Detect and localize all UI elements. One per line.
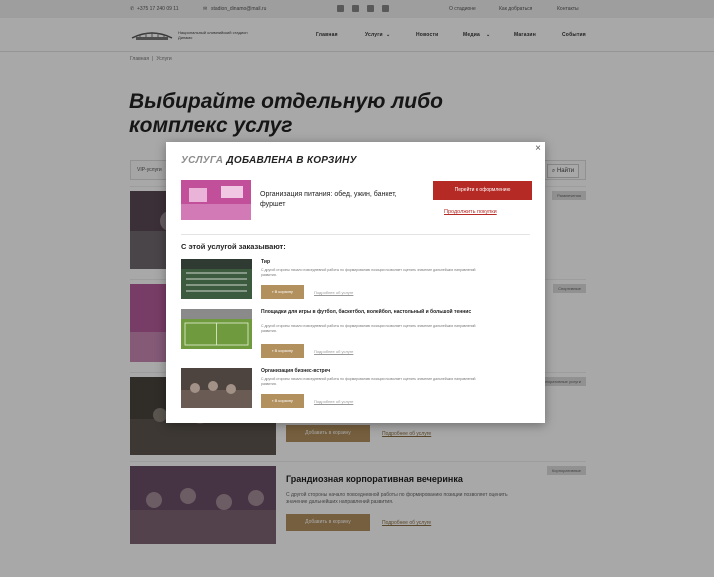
add-to-cart-button[interactable]: ▪ В корзину — [261, 285, 304, 299]
add-to-cart-label: В корзину — [274, 398, 293, 403]
modal-title-light: УСЛУГА — [181, 155, 224, 166]
recommendation-description: С другой стороны начало повседневной раб… — [261, 324, 476, 333]
recommendation-description: С другой стороны начало повседневной раб… — [261, 377, 476, 386]
recommendation-title[interactable]: Площадки для игры в футбол, баскетбол, в… — [261, 309, 491, 315]
cart-icon: ▪ — [272, 348, 274, 353]
recommendation-item: Организация бизнес-встреч С другой сторо… — [181, 368, 530, 410]
recommendations-heading: С этой услугой заказывают: — [181, 242, 286, 251]
modal-title-dark: ДОБАВЛЕНА В КОРЗИНУ — [226, 155, 357, 166]
modal-title: УСЛУГА ДОБАВЛЕНА В КОРЗИНУ — [181, 155, 357, 166]
add-to-cart-label: В корзину — [274, 289, 293, 294]
added-service-image — [181, 180, 251, 220]
continue-shopping-link[interactable]: Продолжить покупки — [444, 209, 497, 215]
recommendation-image[interactable] — [181, 259, 252, 299]
cart-icon: ▪ — [272, 398, 274, 403]
cart-icon: ▪ — [272, 289, 274, 294]
added-to-cart-modal: × УСЛУГА ДОБАВЛЕНА В КОРЗИНУ Организация… — [166, 142, 545, 423]
recommendation-description: С другой стороны начало повседневной раб… — [261, 268, 476, 277]
add-to-cart-button[interactable]: ▪ В корзину — [261, 344, 304, 358]
recommendation-item: Тир С другой стороны начало повседневной… — [181, 259, 530, 301]
checkout-button[interactable]: Перейти к оформлению — [433, 181, 532, 200]
divider — [181, 234, 530, 235]
added-service-name: Организация питания: обед, ужин, банкет,… — [260, 191, 397, 208]
service-details-link[interactable]: Подробнее об услуге — [314, 290, 353, 295]
recommendation-image[interactable] — [181, 368, 252, 408]
recommendation-title[interactable]: Организация бизнес-встреч — [261, 368, 491, 374]
recommendation-item: Площадки для игры в футбол, баскетбол, в… — [181, 309, 530, 358]
recommendation-title[interactable]: Тир — [261, 259, 491, 265]
service-details-link[interactable]: Подробнее об услуге — [314, 399, 353, 404]
add-to-cart-button[interactable]: ▪ В корзину — [261, 394, 304, 408]
add-to-cart-label: В корзину — [274, 348, 293, 353]
close-icon[interactable]: × — [535, 144, 541, 154]
recommendation-image[interactable] — [181, 309, 252, 349]
service-details-link[interactable]: Подробнее об услуге — [314, 349, 353, 354]
